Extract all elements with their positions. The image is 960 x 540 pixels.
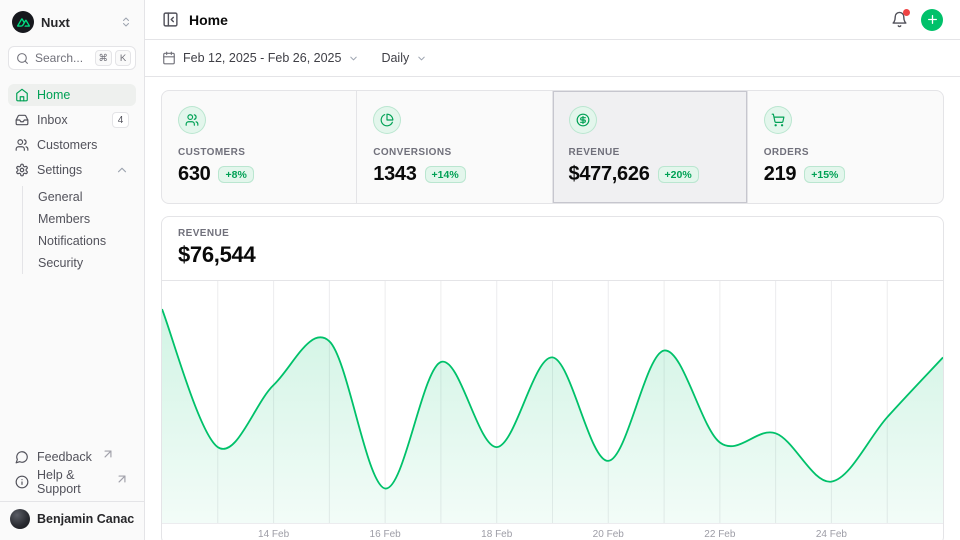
page-title: Home <box>189 12 228 28</box>
stat-icon-wrap <box>178 106 206 134</box>
sidebar-item-feedback[interactable]: Feedback <box>8 446 136 468</box>
stat-value: $477,626 <box>569 163 650 186</box>
stat-label: ORDERS <box>764 147 927 158</box>
filters-toolbar: Feb 12, 2025 - Feb 26, 2025 Daily <box>145 40 960 77</box>
chart-x-axis: 14 Feb 16 Feb 18 Feb 20 Feb 22 Feb 24 Feb <box>162 523 943 540</box>
message-circle-icon <box>15 450 29 464</box>
settings-icon <box>15 163 29 177</box>
search-input[interactable]: Search... ⌘K <box>8 46 136 70</box>
user-menu[interactable]: Benjamin Canac <box>10 509 134 529</box>
users-icon <box>15 138 29 152</box>
chart-label: REVENUE <box>178 228 927 239</box>
kbd-key: K <box>115 50 131 66</box>
stat-card-orders[interactable]: ORDERS 219 +15% <box>748 91 943 203</box>
sidebar-item-settings[interactable]: Settings <box>8 159 136 181</box>
sidebar-nav: Home Inbox 4 Customers Settings GeneralMember… <box>8 84 136 276</box>
sidebar-item-home[interactable]: Home <box>8 84 136 106</box>
collapse-sidebar-button[interactable] <box>162 11 179 28</box>
revenue-area-chart[interactable] <box>162 281 943 523</box>
sidebar-footer-nav: Feedback Help & Support <box>8 446 136 493</box>
nuxt-logo-icon <box>12 11 34 33</box>
new-item-button[interactable] <box>921 9 943 31</box>
chevron-down-icon <box>348 53 359 64</box>
stat-label: CONVERSIONS <box>373 147 535 158</box>
sidebar-item-label: Inbox <box>37 113 68 127</box>
x-tick-label: 18 Feb <box>481 529 512 540</box>
arrow-up-right-icon <box>101 447 115 461</box>
x-tick-label: 24 Feb <box>816 529 847 540</box>
stats-row: CUSTOMERS 630 +8% CONVERSIONS 1343 +14% REVENU… <box>161 90 944 204</box>
notification-dot <box>903 9 910 16</box>
chevrons-up-down-icon <box>120 16 132 28</box>
stat-card-revenue[interactable]: REVENUE $477,626 +20% <box>553 91 748 203</box>
sidebar-user-section: Benjamin Canac <box>0 501 144 532</box>
sidebar-item-label: Home <box>37 88 70 102</box>
sidebar-item-help-support[interactable]: Help & Support <box>8 471 136 493</box>
sidebar-subitem-general[interactable]: General <box>23 186 136 208</box>
stat-delta-badge: +14% <box>425 166 466 183</box>
x-tick-label: 22 Feb <box>704 529 735 540</box>
cart-icon <box>771 113 785 127</box>
chevron-up-icon <box>115 163 129 177</box>
sidebar-subitem-notifications[interactable]: Notifications <box>23 230 136 252</box>
search-shortcut: ⌘K <box>95 50 132 66</box>
stat-label: REVENUE <box>569 147 731 158</box>
avatar <box>10 509 30 529</box>
sidebar: Nuxt Search... ⌘K Home Inbox 4 Customers Set… <box>0 0 145 540</box>
notifications-button[interactable] <box>891 11 908 28</box>
stat-icon-wrap <box>373 106 401 134</box>
chart-svg <box>162 281 943 523</box>
house-icon <box>15 88 29 102</box>
sidebar-subitem-members[interactable]: Members <box>23 208 136 230</box>
stat-value: 630 <box>178 163 210 186</box>
stat-delta-badge: +20% <box>658 166 699 183</box>
inbox-count-badge: 4 <box>112 112 129 128</box>
app-window: Nuxt Search... ⌘K Home Inbox 4 Customers Set… <box>0 0 960 540</box>
stat-delta-badge: +15% <box>804 166 845 183</box>
page-header: Home <box>145 0 960 40</box>
chart-value: $76,544 <box>178 242 927 268</box>
stat-label: CUSTOMERS <box>178 147 340 158</box>
stat-icon-wrap <box>764 106 792 134</box>
chevron-down-icon <box>416 53 427 64</box>
revenue-chart-card: REVENUE $76,544 14 Feb 16 Feb 18 Feb 20 Feb… <box>161 216 944 540</box>
sidebar-item-label: Settings <box>37 163 82 177</box>
panel-left-icon <box>162 11 179 28</box>
users-icon <box>185 113 199 127</box>
chart-pie-icon <box>380 113 394 127</box>
sidebar-subitem-security[interactable]: Security <box>23 252 136 274</box>
user-name: Benjamin Canac <box>37 512 134 526</box>
main-area: Home Feb 12, 2025 - Feb 26, 2025 Daily <box>145 0 960 540</box>
arrow-up-right-icon <box>115 472 129 486</box>
settings-sub-list: GeneralMembersNotificationsSecurity <box>22 186 136 274</box>
dashboard-content: CUSTOMERS 630 +8% CONVERSIONS 1343 +14% REVENU… <box>145 77 960 540</box>
sidebar-item-customers[interactable]: Customers <box>8 134 136 156</box>
stat-card-customers[interactable]: CUSTOMERS 630 +8% <box>162 91 357 203</box>
inbox-icon <box>15 113 29 127</box>
stat-icon-wrap <box>569 106 597 134</box>
x-tick-label: 20 Feb <box>593 529 624 540</box>
x-tick-label: 16 Feb <box>370 529 401 540</box>
kbd-key: ⌘ <box>95 50 113 66</box>
period-value: Daily <box>381 51 409 65</box>
period-select[interactable]: Daily <box>381 51 427 65</box>
team-switcher[interactable]: Nuxt <box>8 8 136 36</box>
search-icon <box>16 52 29 65</box>
stat-value: 1343 <box>373 163 416 186</box>
stat-card-conversions[interactable]: CONVERSIONS 1343 +14% <box>357 91 552 203</box>
x-tick-label: 14 Feb <box>258 529 289 540</box>
sidebar-item-label: Customers <box>37 138 97 152</box>
date-range-value: Feb 12, 2025 - Feb 26, 2025 <box>183 51 341 65</box>
date-range-picker[interactable]: Feb 12, 2025 - Feb 26, 2025 <box>162 51 359 65</box>
chart-header: REVENUE $76,544 <box>162 217 943 281</box>
stat-delta-badge: +8% <box>218 166 253 183</box>
stat-value: 219 <box>764 163 796 186</box>
sidebar-item-inbox[interactable]: Inbox 4 <box>8 109 136 131</box>
team-name: Nuxt <box>41 15 70 30</box>
calendar-icon <box>162 51 176 65</box>
info-icon <box>15 475 29 489</box>
plus-icon <box>926 13 939 26</box>
circle-dollar-icon <box>576 113 590 127</box>
search-placeholder: Search... <box>35 51 83 65</box>
